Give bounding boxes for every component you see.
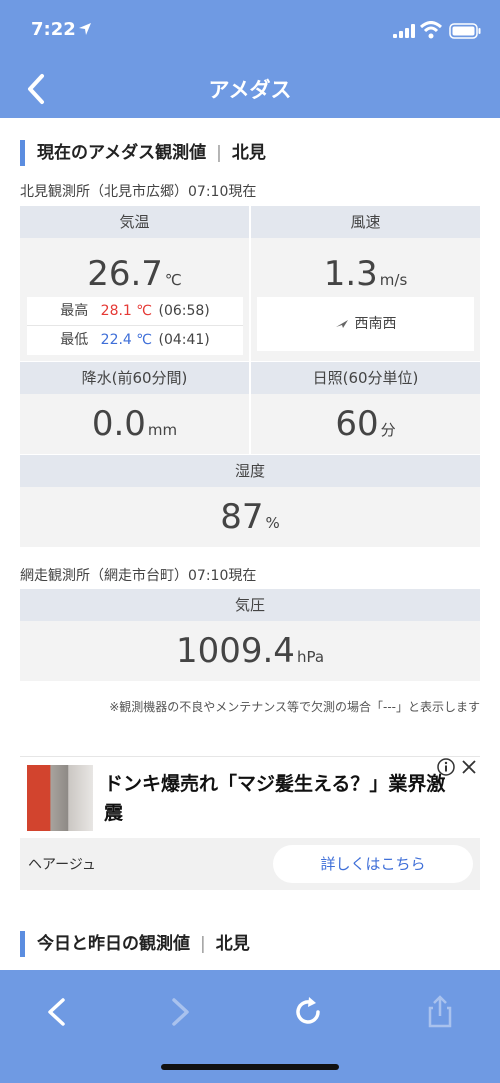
ad-info-icon[interactable] <box>437 758 455 776</box>
station-label: 北見観測所（北見市広郷）07:10現在 <box>20 184 257 200</box>
forward-icon[interactable] <box>159 992 199 1032</box>
section-title: 今日と昨日の観測値 <box>37 934 190 954</box>
low-value: 22.4 ℃ <box>100 332 153 348</box>
sunshine-unit: 分 <box>380 421 396 439</box>
pressure-panel: 気圧 1009.4 hPa <box>20 589 480 681</box>
section-city: 北見 <box>231 143 266 163</box>
sunshine-label: 日照(60分単位) <box>251 362 480 394</box>
low-label: 最低 <box>60 332 89 348</box>
high-label: 最高 <box>60 303 89 319</box>
page-title: アメダス <box>208 78 292 102</box>
high-time: (06:58) <box>158 303 210 319</box>
wifi-icon <box>420 21 442 39</box>
temperature-unit: ℃ <box>164 271 182 289</box>
reload-icon[interactable] <box>288 992 328 1032</box>
sunshine-value: 60 分 <box>335 404 396 444</box>
low-time: (04:41) <box>158 332 210 348</box>
humidity-panel: 湿度 87% <box>20 455 480 547</box>
ad-details-button[interactable]: 詳しくはこちら <box>273 845 473 883</box>
pressure-label: 気圧 <box>20 589 480 621</box>
section-header-history: 今日と昨日の観測値 | 北見 <box>20 931 250 957</box>
humidity-unit: % <box>265 514 280 532</box>
humidity-label: 湿度 <box>20 455 480 487</box>
home-indicator <box>161 1064 339 1070</box>
precipitation-panel: 降水(前60分間) 0.0 mm <box>20 362 249 454</box>
sunshine-panel: 日照(60分単位) 60 分 <box>251 362 480 454</box>
status-time: 7:22 <box>31 19 76 40</box>
separator: | <box>216 143 222 163</box>
battery-icon <box>449 23 481 39</box>
precipitation-value: 0.0 mm <box>91 404 178 444</box>
wind-unit: m/s <box>379 271 408 289</box>
wind-direction: 西南西 <box>354 316 397 332</box>
top-bar: 7:22 アメダス <box>0 0 500 118</box>
temperature-low-row: 最低 22.4 ℃ (04:41) <box>27 325 243 353</box>
temperature-label: 気温 <box>20 206 249 238</box>
wind-label: 風速 <box>251 206 480 238</box>
wind-value: 1.3 m/s <box>323 254 408 294</box>
pressure-value: 1009.4 hPa <box>175 631 325 671</box>
precipitation-unit: mm <box>147 421 178 439</box>
pressure-station-label: 網走観測所（網走市台町）07:10現在 <box>20 568 257 584</box>
temperature-panel: 気温 26.7 ℃ 最高 28.1 ℃ (06:58) 最低 22.4 ℃ (04… <box>20 206 249 361</box>
pressure-unit: hPa <box>296 648 325 666</box>
humidity-value: 87% <box>220 497 280 537</box>
temperature-high-row: 最高 28.1 ℃ (06:58) <box>27 297 243 325</box>
temperature-value: 26.7 ℃ <box>87 254 182 294</box>
share-icon[interactable] <box>420 992 460 1032</box>
section-city: 北見 <box>215 934 250 954</box>
section-header-current: 現在のアメダス観測値 | 北見 <box>20 140 266 166</box>
ad-headline[interactable]: ドンキ爆売れ「マジ髪生える？」業界激震 <box>104 770 452 828</box>
back-icon[interactable] <box>38 992 78 1032</box>
ad-close-icon[interactable] <box>461 759 477 775</box>
section-title: 現在のアメダス観測値 <box>37 143 207 163</box>
divider <box>20 756 480 757</box>
temperature-extremes: 最高 28.1 ℃ (06:58) 最低 22.4 ℃ (04:41) <box>27 297 243 355</box>
missing-data-note: ※観測機器の不良やメンテナンス等で欠測の場合「---」と表示します <box>109 700 480 714</box>
ad-advertiser: ヘアージュ <box>28 857 96 873</box>
cellular-signal-icon <box>393 24 415 38</box>
wind-panel: 風速 1.3 m/s 西南西 <box>251 206 480 361</box>
wind-direction-arrow-icon <box>335 320 348 328</box>
location-arrow-icon <box>79 23 91 35</box>
ad-image[interactable] <box>27 765 93 831</box>
wind-direction-box: 西南西 <box>257 297 474 351</box>
high-value: 28.1 ℃ <box>100 303 153 319</box>
ad-footer: ヘアージュ 詳しくはこちら <box>20 838 480 890</box>
precipitation-label: 降水(前60分間) <box>20 362 249 394</box>
separator: | <box>200 934 206 954</box>
